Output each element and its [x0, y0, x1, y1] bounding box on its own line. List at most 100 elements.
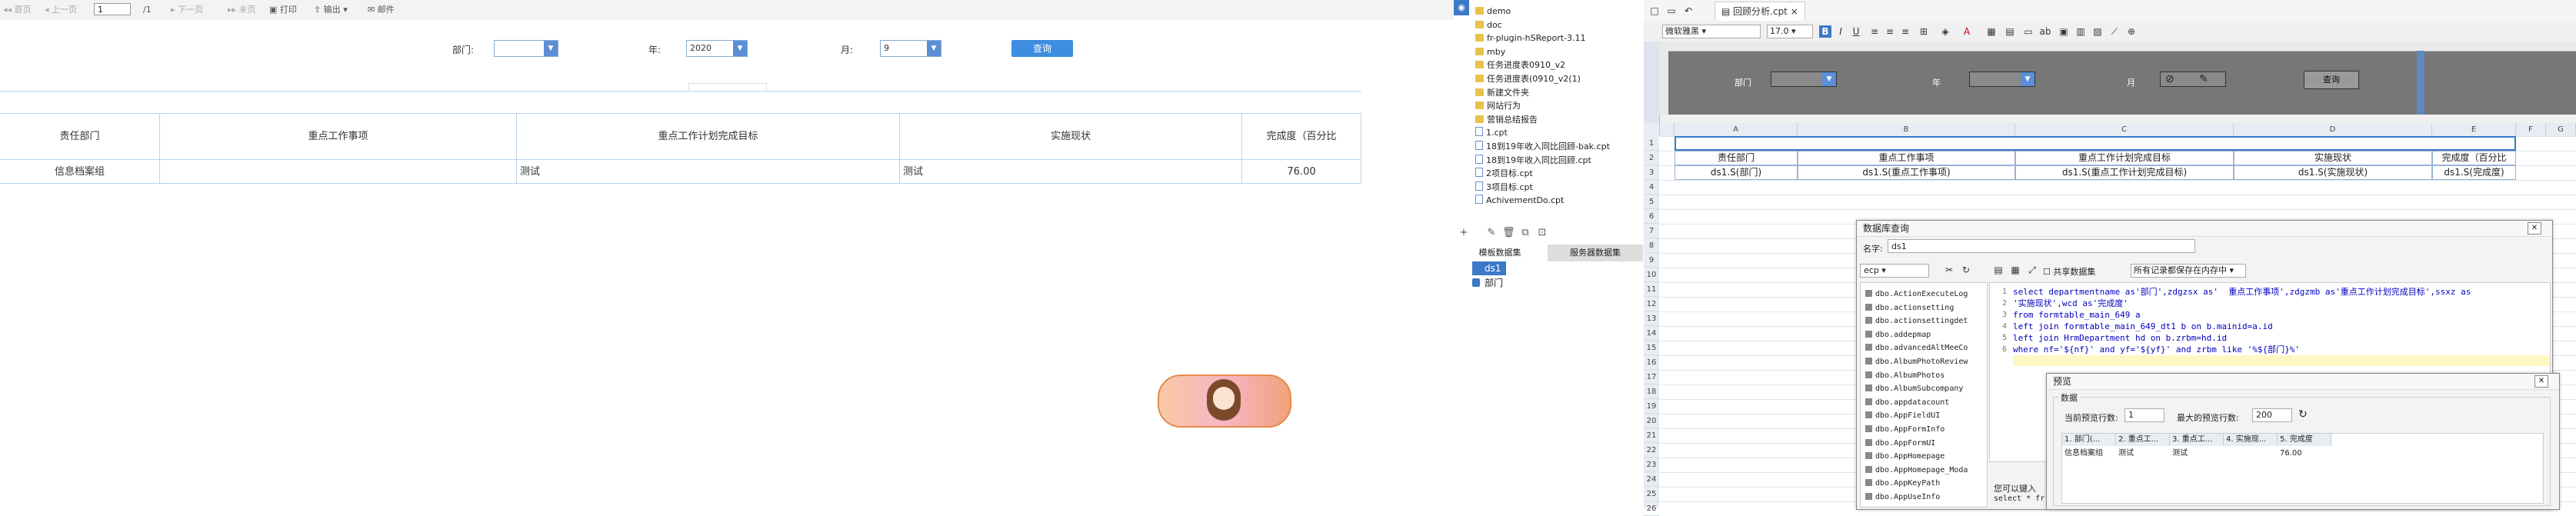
row-header-cell[interactable]: 24	[1644, 472, 1659, 487]
row-header-cell[interactable]: 17	[1644, 370, 1659, 385]
dataset-item[interactable]: ds1	[1472, 261, 1506, 275]
save-mode-select[interactable]: 所有记录都保存在内存中 ▾	[2131, 264, 2246, 278]
row-header-cell[interactable]: 5	[1644, 195, 1659, 209]
tree-item[interactable]: doc	[1475, 18, 1502, 32]
preview-cell[interactable]: 信息档案组	[2062, 448, 2116, 460]
table-list-item[interactable]: dbo.actionsetting	[1865, 301, 1954, 315]
row-header-cell[interactable]: 15	[1644, 341, 1659, 355]
row-header-cell[interactable]: 2	[1644, 151, 1659, 165]
dept-select[interactable]: ▼	[494, 40, 558, 57]
table-list-item[interactable]: dbo.AlbumPhotos	[1865, 369, 1944, 383]
column-header-cell[interactable]: B	[1798, 123, 2015, 136]
grid-header-cell[interactable]: 责任部门	[1675, 151, 1798, 165]
tree-item[interactable]: 18到19年收入同比回顾-bak.cpt	[1475, 140, 1610, 153]
row-header-cell[interactable]: 11	[1644, 282, 1659, 297]
tree-item[interactable]: 2项目标.cpt	[1475, 167, 1533, 180]
hyperlink-icon[interactable]: ⊕	[2125, 25, 2138, 38]
table-list-item[interactable]: dbo.AlbumPhotoReview	[1865, 355, 1968, 369]
table-cell[interactable]: 测试	[517, 160, 900, 183]
column-header-cell[interactable]: C	[2015, 123, 2234, 136]
year-select[interactable]: 2020 ▼	[686, 40, 748, 57]
next-page-button[interactable]: ▸ 下一页	[171, 4, 203, 16]
merge-icon[interactable]: ▦	[1985, 25, 1998, 38]
table-list-item[interactable]: dbo.appdatacount	[1865, 396, 1949, 410]
table-list-item[interactable]: dbo.AppFieldUI	[1865, 409, 1940, 423]
column-header-cell[interactable]: F	[2516, 123, 2546, 136]
align-left-icon[interactable]: ≡	[1868, 25, 1881, 38]
first-page-button[interactable]: ◂◂ 首页	[3, 4, 32, 16]
tree-item[interactable]: 18到19年收入同比回顾.cpt	[1475, 154, 1591, 167]
table-cell[interactable]	[160, 160, 517, 183]
edit-icon[interactable]: ✎	[1485, 227, 1498, 239]
row-header-cell[interactable]: 7	[1644, 224, 1659, 238]
param-month-widget[interactable]: ⊘ ✎	[2160, 72, 2226, 87]
column-header-cell[interactable]: G	[2546, 123, 2576, 136]
font-size-select[interactable]: 17.0 ▾	[1767, 25, 1813, 38]
table-list-item[interactable]: dbo.addepmap	[1865, 328, 1931, 342]
refresh-icon[interactable]: ↻	[1960, 264, 1972, 276]
formula-icon[interactable]: ▭	[2022, 25, 2034, 38]
grid-data-cell[interactable]: ds1.S(重点工作计划完成目标)	[2015, 165, 2234, 180]
image-icon[interactable]: ▣	[2058, 25, 2070, 38]
param-dept-widget[interactable]: ▼	[1771, 72, 1837, 87]
preview-cell[interactable]: 76.00	[2278, 448, 2331, 460]
grid-data-cell[interactable]: ds1.S(重点工作事项)	[1798, 165, 2015, 180]
table-list-item[interactable]: dbo.AppHomepage	[1865, 450, 1944, 464]
last-page-button[interactable]: ▸▸ 末页	[228, 4, 256, 16]
table-list-item[interactable]: dbo.AppFormUI	[1865, 437, 1935, 451]
grid-data-cell[interactable]: ds1.S(部门)	[1675, 165, 1798, 180]
column-header-cell[interactable]: A	[1675, 123, 1798, 136]
preview-icon[interactable]: ⊡	[1536, 227, 1548, 239]
close-icon[interactable]: ✕	[2534, 375, 2548, 388]
font-color-icon[interactable]: A	[1961, 25, 1973, 38]
preview-cell[interactable]: 测试	[2116, 448, 2170, 460]
preview-data-icon[interactable]: ▦	[2009, 264, 2021, 276]
tree-item[interactable]: 任务进度表(0910_v2(1)	[1475, 72, 1581, 85]
table-list-item[interactable]: dbo.AppFormInfo	[1865, 423, 1944, 437]
tools-icon[interactable]: ✂	[1943, 264, 1955, 276]
query-button[interactable]: 查询	[1011, 40, 1073, 57]
grid-data-cell[interactable]: ds1.S(完成度)	[2432, 165, 2516, 180]
row-header-cell[interactable]: 1	[1644, 136, 1659, 151]
row-header-cell[interactable]: 23	[1644, 458, 1659, 472]
export-button[interactable]: ⇪ 输出 ▾	[314, 4, 348, 16]
grid-header-cell[interactable]: 实施现状	[2234, 151, 2432, 165]
tree-item[interactable]: mby	[1475, 45, 1505, 58]
row-header-cell[interactable]: 13	[1644, 311, 1659, 326]
selected-cell[interactable]	[1675, 136, 2516, 151]
column-header-cell[interactable]: D	[2234, 123, 2432, 136]
row-header-cell[interactable]: 21	[1644, 428, 1659, 443]
max-rows-input[interactable]: 200	[2252, 408, 2292, 422]
grid-header-cell[interactable]: 重点工作计划完成目标	[2015, 151, 2234, 165]
curr-rows-input[interactable]: 1	[2124, 408, 2164, 422]
expand-icon[interactable]: ⤢	[2026, 264, 2038, 276]
page-number-input[interactable]: 1	[94, 3, 131, 15]
dataset-name-input[interactable]: ds1	[1888, 239, 2195, 253]
param-year-widget[interactable]: ▼	[1969, 72, 2035, 87]
tree-item[interactable]: fr-plugin-hSReport-3.11	[1475, 32, 1586, 45]
row-header-cell[interactable]: 16	[1644, 355, 1659, 370]
fill-color-icon[interactable]: ◈	[1939, 25, 1951, 38]
row-header-cell[interactable]: 3	[1644, 165, 1659, 180]
floating-mascot-image[interactable]	[1158, 375, 1291, 428]
tree-item[interactable]: 3项目标.cpt	[1475, 181, 1533, 194]
chart-icon[interactable]: ▥	[2074, 25, 2087, 38]
month-select[interactable]: 9 ▼	[880, 40, 941, 57]
save-icon[interactable]: ▭	[1665, 5, 1678, 17]
table-cell[interactable]: 信息档案组	[0, 160, 160, 183]
grid-header-cell[interactable]: 重点工作事项	[1798, 151, 2015, 165]
align-right-icon[interactable]: ≡	[1899, 25, 1911, 38]
splitter-handle[interactable]	[688, 83, 767, 90]
sql-file-icon[interactable]: ▤	[1992, 264, 2004, 276]
doc-tab[interactable]: ▤ 回顾分析.cpt ×	[1715, 2, 1805, 21]
grid-header-cell[interactable]: 完成度（百分比	[2432, 151, 2516, 165]
row-header-cell[interactable]: 6	[1644, 209, 1659, 224]
dataset-item[interactable]: 部门	[1472, 276, 1503, 290]
table-cell[interactable]: 76.00	[1242, 160, 1361, 183]
text-icon[interactable]: ab	[2039, 25, 2051, 38]
row-header-cell[interactable]: 25	[1644, 487, 1659, 501]
preview-cell[interactable]	[2224, 448, 2278, 460]
border-icon[interactable]: ⊞	[1918, 25, 1930, 38]
add-icon[interactable]: +	[1458, 227, 1470, 239]
italic-icon[interactable]: I	[1835, 25, 1847, 38]
